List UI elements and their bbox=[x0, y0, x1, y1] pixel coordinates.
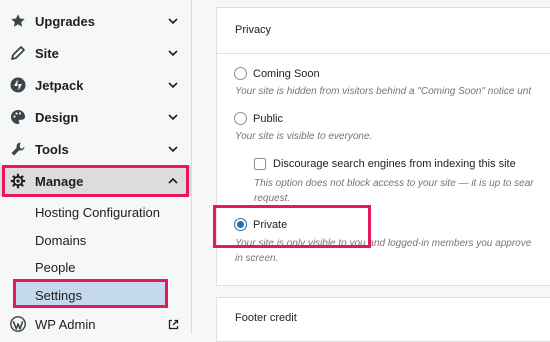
privacy-title: Privacy bbox=[235, 24, 272, 36]
sidebar-item-label: Site bbox=[35, 45, 59, 61]
submenu-item-hosting-configuration[interactable]: Hosting Configuration bbox=[35, 205, 160, 220]
wrench-icon bbox=[9, 140, 27, 158]
discourage-search-label: Discourage search engines from indexing … bbox=[273, 158, 516, 170]
chevron-down-icon bbox=[168, 82, 178, 89]
sidebar-item-label: Upgrades bbox=[35, 13, 95, 29]
sidebar-item-label: Design bbox=[35, 109, 79, 125]
coming-soon-label: Coming Soon bbox=[253, 68, 320, 80]
private-highlight-box bbox=[213, 205, 371, 248]
sidebar-item-jetpack[interactable]: Jetpack bbox=[0, 69, 192, 101]
chevron-down-icon bbox=[168, 146, 178, 153]
external-link-icon bbox=[168, 319, 179, 329]
footer-credit-title: Footer credit bbox=[235, 312, 297, 324]
privacy-card-header: Privacy bbox=[217, 8, 550, 54]
sidebar-item-design[interactable]: Design bbox=[0, 101, 192, 133]
coming-soon-description: Your site is hidden from visitors behind… bbox=[235, 86, 532, 97]
palette-icon bbox=[9, 108, 27, 126]
jetpack-icon bbox=[9, 76, 27, 94]
discourage-search-checkbox[interactable] bbox=[254, 158, 266, 170]
coming-soon-radio[interactable] bbox=[234, 67, 247, 80]
sidebar-item-label: Tools bbox=[35, 141, 69, 157]
sidebar-item-wp-admin[interactable]: WP Admin bbox=[0, 312, 192, 336]
chevron-down-icon bbox=[168, 50, 178, 57]
sidebar-item-upgrades[interactable]: Upgrades bbox=[0, 5, 192, 37]
star-icon bbox=[9, 12, 27, 30]
chevron-down-icon bbox=[168, 18, 178, 25]
sidebar-item-site[interactable]: Site bbox=[0, 37, 192, 69]
discourage-description-line1: This option does not block access to you… bbox=[254, 178, 534, 189]
chevron-down-icon bbox=[168, 114, 178, 121]
settings-highlight-box bbox=[13, 279, 168, 308]
public-label: Public bbox=[253, 113, 283, 125]
footer-credit-card: Footer credit bbox=[216, 297, 550, 342]
discourage-description-line2: request. bbox=[254, 193, 291, 204]
public-description: Your site is visible to everyone. bbox=[235, 131, 373, 142]
submenu-item-people[interactable]: People bbox=[35, 260, 75, 275]
public-radio[interactable] bbox=[234, 112, 247, 125]
manage-highlight-box bbox=[2, 165, 189, 197]
sidebar-item-label: WP Admin bbox=[35, 316, 96, 332]
sidebar: Upgrades Site Jetpack Design Tools Manag… bbox=[0, 0, 192, 334]
sidebar-item-label: Jetpack bbox=[35, 77, 84, 93]
sidebar-item-tools[interactable]: Tools bbox=[0, 133, 192, 165]
submenu-item-domains[interactable]: Domains bbox=[35, 233, 86, 248]
main-content: Privacy Coming Soon Your site is hidden … bbox=[193, 0, 550, 342]
wordpress-icon bbox=[9, 315, 27, 333]
pencil-icon bbox=[9, 44, 27, 62]
private-description-line2: in screen. bbox=[235, 253, 279, 264]
